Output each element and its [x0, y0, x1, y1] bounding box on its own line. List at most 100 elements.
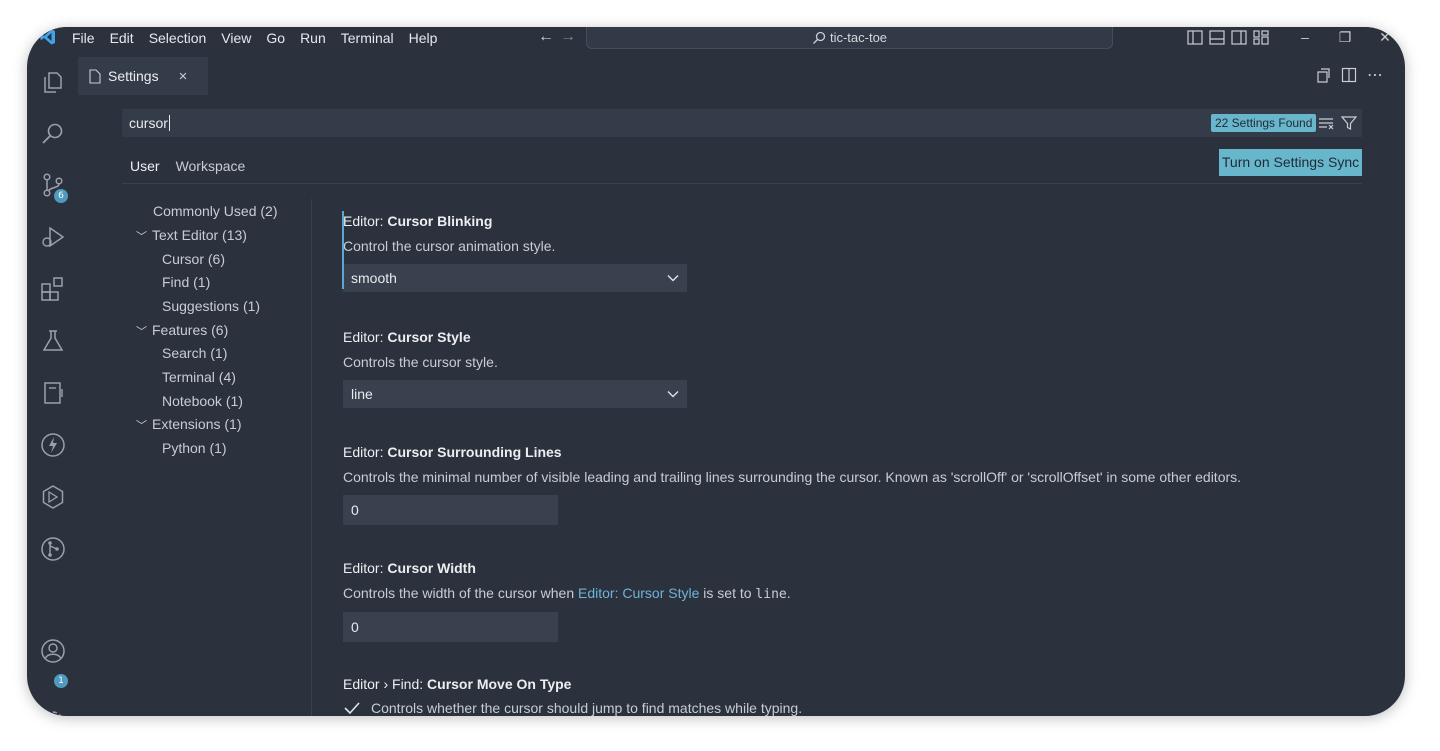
- setting-description: Controls the minimal number of visible l…: [343, 469, 1242, 485]
- menu-edit[interactable]: Edit: [110, 30, 134, 46]
- open-settings-json-icon[interactable]: [1315, 67, 1331, 83]
- chevron-down-icon: [667, 391, 679, 398]
- hexagon-extension-icon[interactable]: [39, 483, 67, 511]
- gear-icon[interactable]: [39, 707, 67, 716]
- testing-flask-icon[interactable]: [39, 327, 67, 355]
- restore-icon[interactable]: ❐: [1335, 29, 1355, 46]
- toc-item-notebook[interactable]: Notebook (1): [162, 393, 243, 409]
- dropdown-value: line: [351, 386, 373, 402]
- search-icon: [812, 31, 826, 44]
- text-caret: [168, 115, 170, 131]
- split-editor-icon[interactable]: [1341, 67, 1357, 83]
- toc-item-python[interactable]: Python (1): [162, 440, 227, 456]
- toggle-secondary-sidebar-icon[interactable]: [1231, 30, 1247, 45]
- filter-icon[interactable]: [1341, 115, 1357, 131]
- extensions-icon[interactable]: [39, 275, 67, 303]
- navigation-arrows: ← →: [536, 28, 578, 46]
- setting-description: Controls the cursor style.: [343, 354, 498, 370]
- setting-title: Editor: Cursor Width: [343, 560, 476, 576]
- setting-find-cursor-move-on-type: Editor › Find: Cursor Move On Type Contr…: [343, 676, 1343, 716]
- setting-title: Editor: Cursor Surrounding Lines: [343, 444, 562, 460]
- toc-label: Find (1): [162, 274, 211, 290]
- setting-description: Controls whether the cursor should jump …: [371, 700, 803, 716]
- toc-label: Python (1): [162, 440, 227, 456]
- lightning-icon[interactable]: [39, 431, 67, 459]
- command-center[interactable]: tic-tac-toe: [586, 27, 1113, 49]
- input-value: 0: [351, 502, 359, 518]
- setting-cursor-surrounding-lines: Editor: Cursor Surrounding Lines Control…: [343, 444, 1343, 525]
- turn-on-settings-sync-button[interactable]: Turn on Settings Sync: [1219, 149, 1362, 176]
- forward-arrow-icon[interactable]: →: [558, 28, 578, 46]
- toc-item-cursor[interactable]: Cursor (6): [162, 251, 225, 267]
- toc-item-find[interactable]: Find (1): [162, 274, 210, 290]
- toc-label: Search (1): [162, 345, 228, 361]
- explorer-icon[interactable]: [39, 68, 67, 96]
- scope-divider: [122, 183, 1362, 184]
- more-actions-icon[interactable]: ⋯: [1367, 65, 1383, 85]
- close-icon[interactable]: ×: [179, 68, 188, 85]
- run-debug-icon[interactable]: [39, 223, 67, 251]
- git-graph-icon[interactable]: [39, 535, 67, 563]
- menu-run[interactable]: Run: [300, 30, 326, 46]
- toc-label: Text Editor (13): [152, 227, 247, 243]
- window-controls: – ❐ ✕: [1295, 29, 1395, 46]
- toc-label: Suggestions (1): [162, 298, 261, 314]
- setting-description: Control the cursor animation style.: [343, 238, 556, 254]
- cursor-blinking-dropdown[interactable]: smooth: [343, 264, 687, 292]
- toggle-primary-sidebar-icon[interactable]: [1187, 30, 1203, 45]
- menu-file[interactable]: File: [72, 30, 95, 46]
- toc-label: Extensions (1): [152, 416, 242, 432]
- toc-item-search[interactable]: Search (1): [162, 345, 227, 361]
- menu-view[interactable]: View: [221, 30, 251, 46]
- menu-selection[interactable]: Selection: [149, 30, 207, 46]
- cursor-style-dropdown[interactable]: line: [343, 380, 687, 408]
- search-view-icon[interactable]: [39, 120, 67, 148]
- search-query: cursor: [129, 115, 168, 131]
- checkmark-icon[interactable]: [343, 700, 361, 716]
- cursor-move-on-type-checkbox-row[interactable]: Controls whether the cursor should jump …: [343, 700, 1343, 716]
- setting-title: Editor › Find: Cursor Move On Type: [343, 676, 572, 692]
- cursor-surrounding-lines-input[interactable]: 0: [343, 495, 558, 525]
- tab-settings[interactable]: Settings ×: [78, 57, 208, 95]
- chevron-down-icon: ﹀: [136, 420, 147, 432]
- toc-label: Terminal (4): [162, 369, 236, 385]
- toc-item-text-editor[interactable]: ﹀ Text Editor (13): [136, 227, 247, 244]
- cursor-width-input[interactable]: 0: [343, 612, 558, 642]
- toc-divider: [311, 199, 312, 716]
- setting-cursor-width: Editor: Cursor Width Controls the width …: [343, 560, 1343, 642]
- cursor-style-link[interactable]: Editor: Cursor Style: [578, 585, 699, 601]
- toc-item-terminal[interactable]: Terminal (4): [162, 369, 236, 385]
- layout-controls: [1187, 30, 1269, 45]
- input-value: 0: [351, 619, 359, 635]
- menu-terminal[interactable]: Terminal: [341, 30, 394, 46]
- focus-indicator: [342, 211, 344, 289]
- chevron-down-icon: [667, 275, 679, 282]
- toc-item-features[interactable]: ﹀ Features (6): [136, 322, 228, 339]
- toc-item-suggestions[interactable]: Suggestions (1): [162, 298, 260, 314]
- settings-search-input[interactable]: cursor 22 Settings Found: [122, 109, 1362, 137]
- results-count-badge: 22 Settings Found: [1211, 114, 1317, 132]
- menu-go[interactable]: Go: [266, 30, 285, 46]
- notebook-icon[interactable]: [39, 379, 67, 407]
- toc-label: Features (6): [152, 322, 229, 338]
- toc-item-commonly-used[interactable]: Commonly Used (2): [153, 203, 277, 219]
- tab-workspace[interactable]: Workspace: [168, 155, 254, 184]
- customize-layout-icon[interactable]: [1253, 30, 1269, 45]
- minimize-icon[interactable]: –: [1295, 29, 1315, 46]
- file-icon: [89, 68, 101, 84]
- back-arrow-icon[interactable]: ←: [536, 28, 556, 46]
- clear-filter-icon[interactable]: [1318, 115, 1335, 131]
- tab-user[interactable]: User: [122, 155, 168, 184]
- menu-bar: File Edit Selection View Go Run Terminal…: [72, 27, 452, 49]
- menu-help[interactable]: Help: [409, 30, 438, 46]
- dropdown-value: smooth: [351, 270, 397, 286]
- setting-cursor-style: Editor: Cursor Style Controls the cursor…: [343, 329, 1343, 408]
- toc-item-extensions[interactable]: ﹀ Extensions (1): [136, 416, 241, 433]
- setting-title: Editor: Cursor Blinking: [343, 213, 493, 229]
- accounts-icon[interactable]: [39, 637, 67, 665]
- close-window-icon[interactable]: ✕: [1375, 29, 1395, 46]
- toggle-panel-icon[interactable]: [1209, 30, 1225, 45]
- source-control-badge: 6: [54, 189, 68, 203]
- command-center-label: tic-tac-toe: [829, 30, 888, 45]
- accounts-badge: 1: [54, 674, 68, 688]
